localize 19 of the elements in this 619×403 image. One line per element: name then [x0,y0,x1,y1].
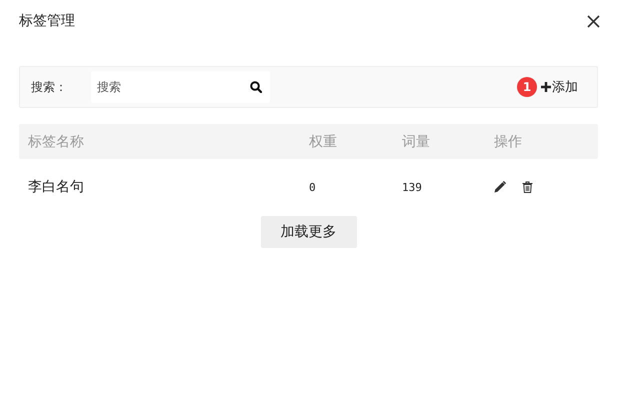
plus-icon[interactable] [541,82,551,92]
search-icon[interactable] [250,81,262,93]
load-more-button[interactable]: 加载更多 [260,216,356,248]
trash-icon[interactable] [522,181,533,193]
count-badge: 1 [517,77,537,97]
search-label: 搜索： [31,78,68,96]
table-cell-text: 0 [308,180,317,194]
dialog-title: 标签管理 [19,12,75,30]
add-button[interactable]: 添加 [541,78,578,96]
table-cell-text: 李白名句 [27,178,85,196]
search-field[interactable]: 搜索 [91,71,270,103]
search-input[interactable]: 搜索 [97,80,250,94]
table-cell-text: 139 [401,180,423,194]
close-button[interactable] [585,12,602,30]
column-header: 词量 [401,132,431,150]
column-header: 权重 [308,132,338,150]
pencil-icon[interactable] [494,181,506,193]
column-header: 操作 [493,132,523,150]
column-header: 标签名称 [27,132,85,150]
